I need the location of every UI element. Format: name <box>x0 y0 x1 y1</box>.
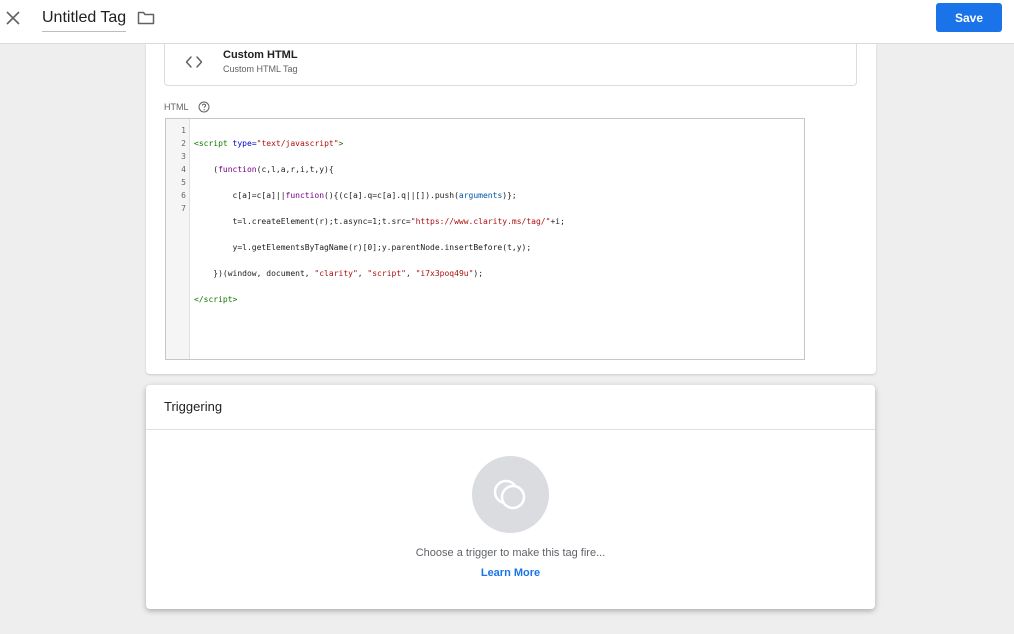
html-code-editor[interactable]: 1 2 3 4 5 6 7 <script type="text/javascr… <box>165 118 805 360</box>
line-number: 6 <box>181 191 186 200</box>
tag-configuration-card: Custom HTML Custom HTML Tag HTML 1 2 3 4… <box>146 44 876 374</box>
code-line: t=l.createElement(r);t.async=1;t.src="ht… <box>194 217 565 226</box>
line-number: 5 <box>181 178 186 187</box>
tag-name-field[interactable]: Untitled Tag <box>42 8 127 32</box>
learn-more-link[interactable]: Learn More <box>146 567 875 579</box>
code-line: </script> <box>194 295 238 304</box>
close-button[interactable] <box>3 8 23 28</box>
code-text-area[interactable]: <script type="text/javascript"> (functio… <box>194 124 800 332</box>
triggering-header: Triggering <box>146 385 875 430</box>
tag-type-description: Custom HTML Tag <box>223 64 298 74</box>
line-number: 3 <box>181 152 186 161</box>
folder-button[interactable] <box>137 10 157 28</box>
close-icon <box>6 11 20 25</box>
triggering-title: Triggering <box>164 399 223 414</box>
folder-icon <box>137 11 155 25</box>
trigger-overlap-circles-icon <box>493 479 526 510</box>
tag-type-name: Custom HTML <box>223 49 298 61</box>
line-number-gutter: 1 2 3 4 5 6 7 <box>166 119 190 359</box>
save-button[interactable]: Save <box>936 3 1002 32</box>
line-number: 4 <box>181 165 186 174</box>
code-line: y=l.getElementsByTagName(r)[0];y.parentN… <box>194 243 532 252</box>
code-line: (function(c,l,a,r,i,t,y){ <box>194 165 334 174</box>
line-number: 2 <box>181 139 186 148</box>
choose-trigger-button[interactable] <box>472 456 549 533</box>
code-line: <script type="text/javascript"> <box>194 139 344 148</box>
trigger-empty-message: Choose a trigger to make this tag fire..… <box>415 547 606 559</box>
code-line: })(window, document, "clarity", "script"… <box>194 269 484 278</box>
line-number: 1 <box>181 126 186 135</box>
triggering-card: Triggering Choose a trigger to make this… <box>146 385 875 609</box>
code-brackets-icon <box>185 56 203 68</box>
code-line: c[a]=c[a]||function(){(c[a].q=c[a].q||[]… <box>194 191 517 200</box>
line-number: 7 <box>181 204 186 213</box>
help-circle-icon[interactable] <box>198 101 210 113</box>
top-bar: Untitled Tag Save <box>0 0 1014 44</box>
tag-type-selector[interactable]: Custom HTML Custom HTML Tag <box>164 44 857 86</box>
html-field-label: HTML <box>164 102 189 112</box>
